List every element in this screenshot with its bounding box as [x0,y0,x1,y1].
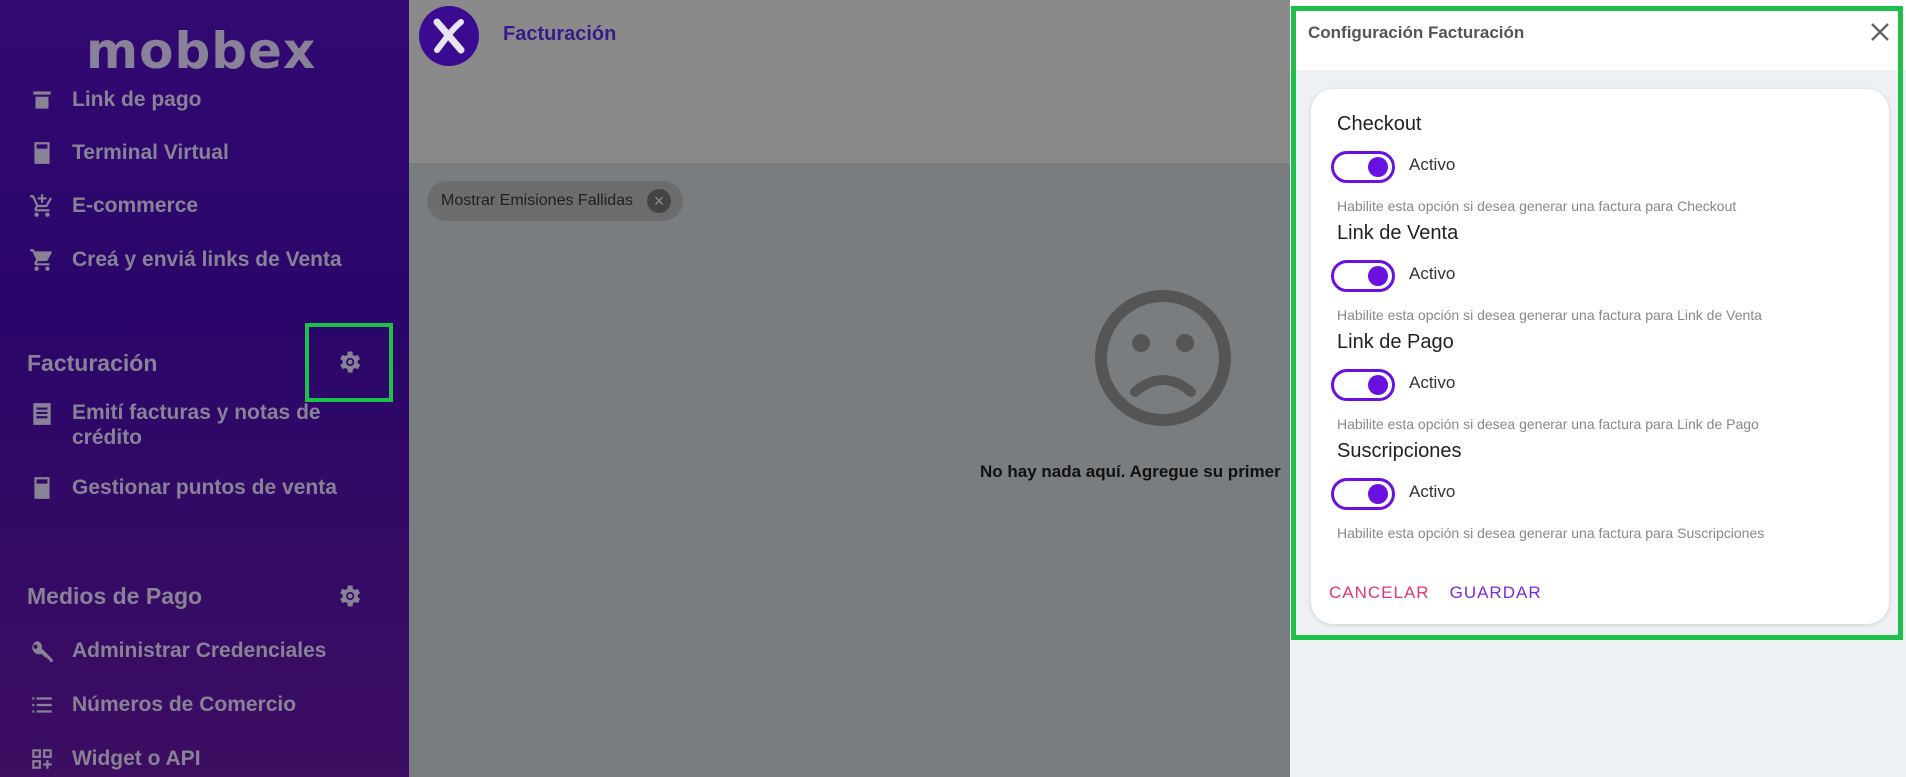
chip-label: Mostrar Emisiones Fallidas [441,192,634,209]
option-title: Link de Pago [1337,331,1454,353]
cart-icon [28,246,56,274]
option-title: Suscripciones [1337,440,1462,462]
toggle-label: Activo [1409,482,1456,501]
calculator-icon [28,474,56,502]
link-pago-toggle[interactable] [1331,369,1395,401]
sidebar-item-label: Gestionar puntos de venta [72,476,337,499]
config-panel: Configuración Facturación Checkout Activ… [1290,0,1906,777]
config-card: Checkout Activo Habilite esta opción si … [1311,89,1889,624]
payment-link-icon [28,86,56,114]
card-actions: CANCELAR GUARDAR [1329,583,1542,603]
sidebar-item-widget-api[interactable]: Widget o API [28,745,201,773]
option-help: Habilite esta opción si desea generar un… [1337,198,1737,214]
main-content: Facturación Mostrar Emisiones Fallidas ×… [409,0,1290,777]
calculator-icon [28,139,56,167]
option-help: Habilite esta opción si desea generar un… [1337,307,1762,323]
sidebar-item-label: Link de pago [72,88,202,111]
sad-face-icon [1095,290,1231,426]
gear-icon [340,351,361,373]
sidebar-item-label: Administrar Credenciales [72,639,327,662]
sidebar-item-label: Emití facturas y notas de crédito [72,401,321,449]
close-icon[interactable]: × [647,189,672,213]
sidebar: mobbex Link de pago Terminal Virtual E-c… [0,0,409,777]
link-venta-toggle[interactable] [1331,260,1395,292]
mobbex-x-logo [419,6,479,66]
list-icon [28,691,56,719]
mobbex-x-icon [433,18,465,54]
sidebar-item-label: Widget o API [72,747,201,770]
gear-icon [340,585,361,607]
failed-emissions-chip[interactable]: Mostrar Emisiones Fallidas × [427,181,684,221]
facturacion-settings-button[interactable] [334,347,364,377]
sidebar-item-label: E-commerce [72,194,199,217]
sidebar-item-credenciales[interactable]: Administrar Credenciales [28,637,326,665]
cancel-button[interactable]: CANCELAR [1329,583,1430,603]
toggle-label: Activo [1409,373,1456,392]
save-button[interactable]: GUARDAR [1450,583,1542,603]
toggle-label: Activo [1409,264,1456,283]
key-icon [28,637,56,665]
sidebar-item-links-venta[interactable]: Creá y enviá links de Venta [28,246,342,274]
sidebar-item-emitir-facturas[interactable]: Emití facturas y notas de crédito [28,400,362,450]
cart-add-icon [28,192,56,220]
sidebar-item-link-de-pago[interactable]: Link de pago [28,86,202,114]
suscripciones-toggle[interactable] [1331,478,1395,510]
close-icon [1871,23,1889,41]
widgets-icon [28,745,56,773]
sidebar-item-ecommerce[interactable]: E-commerce [28,192,198,220]
medios-pago-settings-button[interactable] [334,581,364,611]
panel-title: Configuración Facturación [1308,23,1525,42]
option-help: Habilite esta opción si desea generar un… [1337,525,1765,541]
mobbex-logo: mobbex [86,22,317,80]
sidebar-item-numeros-comercio[interactable]: Números de Comercio [28,691,296,719]
section-title-facturacion: Facturación [27,350,158,376]
main-header: Facturación [409,0,1290,163]
checkout-toggle[interactable] [1331,151,1395,183]
sidebar-item-label: Creá y enviá links de Venta [72,248,342,271]
sidebar-item-label: Terminal Virtual [72,141,229,164]
page-title: Facturación [503,23,617,45]
panel-header: Configuración Facturación [1290,0,1906,70]
receipt-icon [28,400,56,428]
option-help: Habilite esta opción si desea generar un… [1337,416,1759,432]
section-title-medios-pago: Medios de Pago [27,583,203,609]
option-title: Checkout [1337,113,1422,135]
sidebar-item-label: Números de Comercio [72,693,297,716]
option-title: Link de Venta [1337,222,1459,244]
close-panel-button[interactable] [1866,18,1894,46]
sidebar-item-puntos-venta[interactable]: Gestionar puntos de venta [28,474,337,502]
sidebar-item-terminal-virtual[interactable]: Terminal Virtual [28,139,229,167]
empty-state-message: No hay nada aquí. Agregue su primer [980,462,1281,481]
toggle-label: Activo [1409,155,1456,174]
